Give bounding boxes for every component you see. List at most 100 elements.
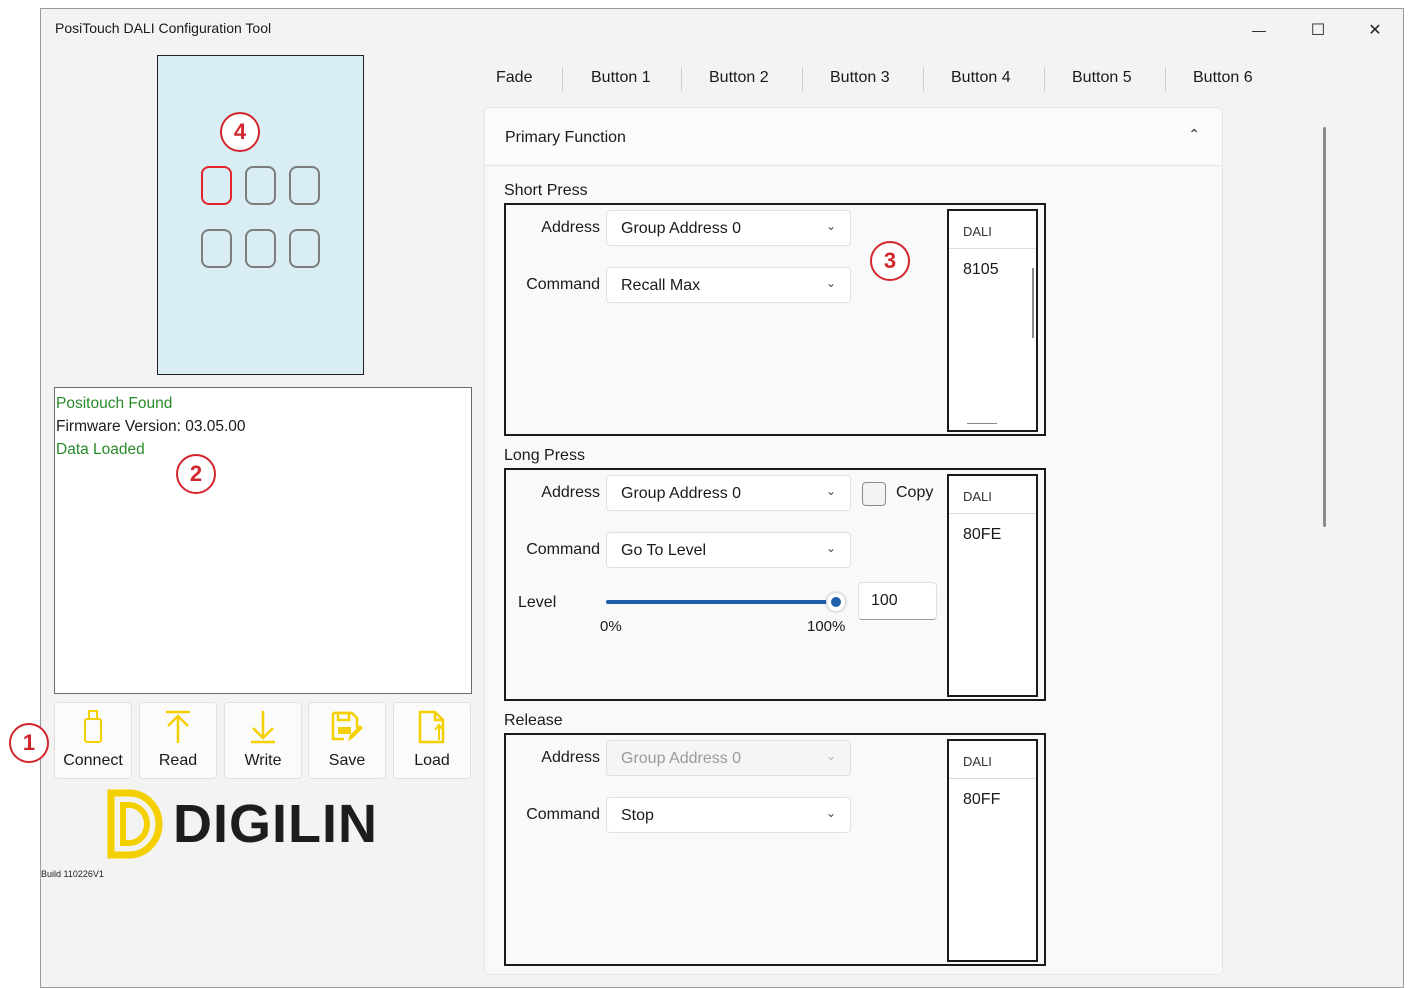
tab-button-2[interactable]: Button 2 xyxy=(709,65,775,105)
write-button[interactable]: Write xyxy=(224,702,302,779)
chevron-up-icon[interactable]: ⌃ xyxy=(1188,126,1200,143)
chevron-down-icon: ⌄ xyxy=(825,276,836,290)
device-key-1[interactable] xyxy=(201,166,232,205)
level-slider[interactable] xyxy=(606,586,846,616)
maximize-icon: ☐ xyxy=(1310,22,1326,39)
level-input[interactable]: 100 xyxy=(858,582,937,620)
callout-badge-1: 1 xyxy=(9,723,49,763)
short-press-dali-value: 8105 xyxy=(963,261,999,278)
release-group: Address Group Address 0 ⌄ Command Stop ⌄… xyxy=(504,733,1046,966)
release-address-label: Address xyxy=(541,749,600,766)
long-press-label: Long Press xyxy=(504,447,585,464)
device-key-5[interactable] xyxy=(245,229,276,268)
long-press-dali-value: 80FE xyxy=(963,526,1002,543)
release-dali-header: DALI xyxy=(949,741,1036,779)
app-window: PosiTouch DALI Configuration Tool — ☐ ✕ … xyxy=(40,8,1404,988)
release-command-select[interactable]: Stop ⌄ xyxy=(606,797,851,833)
tab-fade[interactable]: Fade xyxy=(496,65,562,105)
release-dali-box: DALI 80FF xyxy=(947,739,1038,962)
connect-label: Connect xyxy=(63,752,123,769)
short-press-dali-box: DALI 8105 xyxy=(947,209,1038,432)
short-press-command-label: Command xyxy=(526,276,600,293)
short-press-dali-header: DALI xyxy=(949,211,1036,249)
long-press-dali-header: DALI xyxy=(949,476,1036,514)
floppy-edit-icon xyxy=(331,711,363,741)
device-key-3[interactable] xyxy=(289,166,320,205)
tab-button-5[interactable]: Button 5 xyxy=(1072,65,1138,105)
tab-separator xyxy=(562,67,563,91)
device-key-4[interactable] xyxy=(201,229,232,268)
load-label: Load xyxy=(414,752,450,769)
save-button[interactable]: Save xyxy=(308,702,386,779)
write-label: Write xyxy=(244,752,282,769)
close-icon: ✕ xyxy=(1368,22,1382,39)
short-press-group: Address Group Address 0 ⌄ Command Recall… xyxy=(504,203,1046,436)
file-upload-icon xyxy=(418,710,445,744)
tab-separator xyxy=(802,67,803,91)
chevron-down-icon: ⌄ xyxy=(825,484,836,498)
level-label: Level xyxy=(518,594,557,611)
log-line-found: Positouch Found xyxy=(56,395,173,412)
load-button[interactable]: Load xyxy=(393,702,471,779)
tab-button-1[interactable]: Button 1 xyxy=(591,65,653,114)
connect-button[interactable]: Connect xyxy=(54,702,132,779)
short-press-address-select[interactable]: Group Address 0 ⌄ xyxy=(606,210,851,246)
primary-function-panel: Primary Function ⌃ Short Press Address G… xyxy=(484,107,1223,975)
tab-button-6-label: Button 6 xyxy=(1193,69,1253,86)
tab-button-2-label: Button 2 xyxy=(709,69,769,86)
long-press-command-value: Go To Level xyxy=(621,542,707,559)
slider-thumb-dot xyxy=(831,597,841,607)
tab-fade-label: Fade xyxy=(496,69,533,86)
copy-label: Copy xyxy=(896,484,934,501)
chevron-down-icon: ⌄ xyxy=(825,806,836,820)
slider-min-label: 0% xyxy=(600,618,622,635)
level-input-value: 100 xyxy=(871,592,898,609)
chevron-down-icon: ⌄ xyxy=(825,749,836,763)
slider-max-label: 100% xyxy=(807,618,846,635)
chevron-down-icon: ⌄ xyxy=(825,219,836,233)
short-press-label: Short Press xyxy=(504,182,588,199)
tab-button-5-label: Button 5 xyxy=(1072,69,1132,86)
device-preview xyxy=(157,55,364,375)
short-press-command-value: Recall Max xyxy=(621,277,701,294)
long-press-address-select[interactable]: Group Address 0 ⌄ xyxy=(606,475,851,511)
read-button[interactable]: Read xyxy=(139,702,217,779)
slider-fill xyxy=(606,600,836,604)
save-label: Save xyxy=(328,752,366,769)
release-dali-value: 80FF xyxy=(963,791,1001,808)
long-press-command-label: Command xyxy=(526,541,600,558)
tab-separator xyxy=(923,67,924,91)
short-press-command-select[interactable]: Recall Max ⌄ xyxy=(606,267,851,303)
primary-function-header[interactable]: Primary Function ⌃ xyxy=(485,108,1222,166)
tab-button-1-label: Button 1 xyxy=(591,69,651,86)
panel-scrollbar[interactable] xyxy=(1323,127,1326,527)
callout-badge-2: 2 xyxy=(176,454,216,494)
close-button[interactable]: ✕ xyxy=(1355,15,1395,45)
tab-separator xyxy=(1165,67,1166,91)
tab-button-4[interactable]: Button 4 xyxy=(951,65,1017,105)
tab-button-3[interactable]: Button 3 xyxy=(830,65,896,105)
logo-wordmark: DIGILIN xyxy=(173,794,378,854)
minimize-button[interactable]: — xyxy=(1239,15,1279,45)
tab-button-3-label: Button 3 xyxy=(830,69,890,86)
build-label: Build 110226V1 xyxy=(41,869,104,879)
device-key-6[interactable] xyxy=(289,229,320,268)
callout-badge-3: 3 xyxy=(870,241,910,281)
long-press-command-select[interactable]: Go To Level ⌄ xyxy=(606,532,851,568)
release-label: Release xyxy=(504,712,563,729)
tab-button-6[interactable]: Button 6 xyxy=(1193,65,1259,105)
chevron-down-icon: ⌄ xyxy=(825,541,836,555)
download-arrow-icon xyxy=(251,711,275,744)
device-key-2[interactable] xyxy=(245,166,276,205)
long-press-dali-box: DALI 80FE xyxy=(947,474,1038,697)
maximize-button[interactable]: ☐ xyxy=(1298,15,1338,45)
digilin-logo: DIGILIN xyxy=(107,789,378,859)
slider-thumb[interactable] xyxy=(826,592,846,612)
status-log: Positouch Found Firmware Version: 03.05.… xyxy=(54,387,472,694)
upload-arrow-icon xyxy=(166,710,190,743)
copy-checkbox[interactable] xyxy=(862,482,886,506)
dali-scrollbar[interactable] xyxy=(1032,268,1034,338)
short-press-address-label: Address xyxy=(541,219,600,236)
long-press-group: Address Group Address 0 ⌄ Copy Command G… xyxy=(504,468,1046,701)
dali-scroll-indicator xyxy=(967,423,997,424)
